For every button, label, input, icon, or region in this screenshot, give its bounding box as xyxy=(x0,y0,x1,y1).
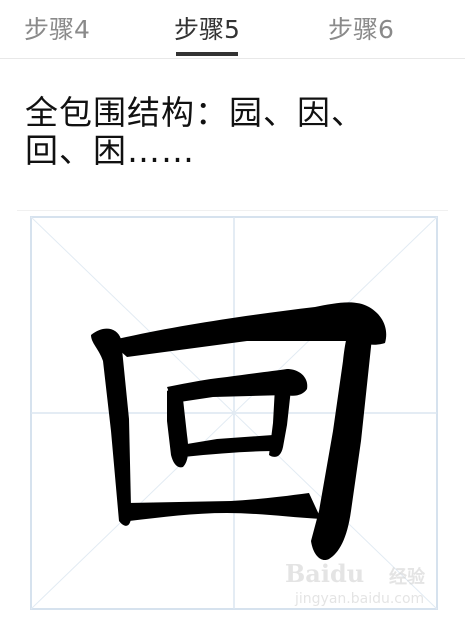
tab-label: 步骤4 xyxy=(24,15,90,44)
tab-step-5[interactable]: 步骤5 xyxy=(174,10,240,56)
tab-label: 步骤6 xyxy=(328,15,394,44)
tab-step-6[interactable]: 步骤6 xyxy=(328,10,394,50)
step-description-line-1: 全包围结构：园、因、 xyxy=(25,93,365,132)
watermark-url: jingyan.baidu.com xyxy=(295,591,425,607)
watermark-logo-text: Baidu xyxy=(285,559,365,588)
step-tab-bar: 步骤4 步骤5 步骤6 xyxy=(0,0,465,59)
watermark-label: 经验 xyxy=(389,567,425,588)
character-hui-glyph xyxy=(91,302,387,561)
step-image[interactable]: Baidu 经验 jingyan.baidu.com xyxy=(17,210,448,623)
step-description: 全包围结构：园、因、 回、困…… xyxy=(25,94,445,170)
tab-label: 步骤5 xyxy=(174,15,240,44)
step-description-line-2: 回、困…… xyxy=(25,131,195,170)
active-tab-indicator xyxy=(176,52,238,56)
baidu-jingyan-watermark: Baidu 经验 jingyan.baidu.com xyxy=(285,559,435,615)
tab-step-4[interactable]: 步骤4 xyxy=(24,10,90,50)
